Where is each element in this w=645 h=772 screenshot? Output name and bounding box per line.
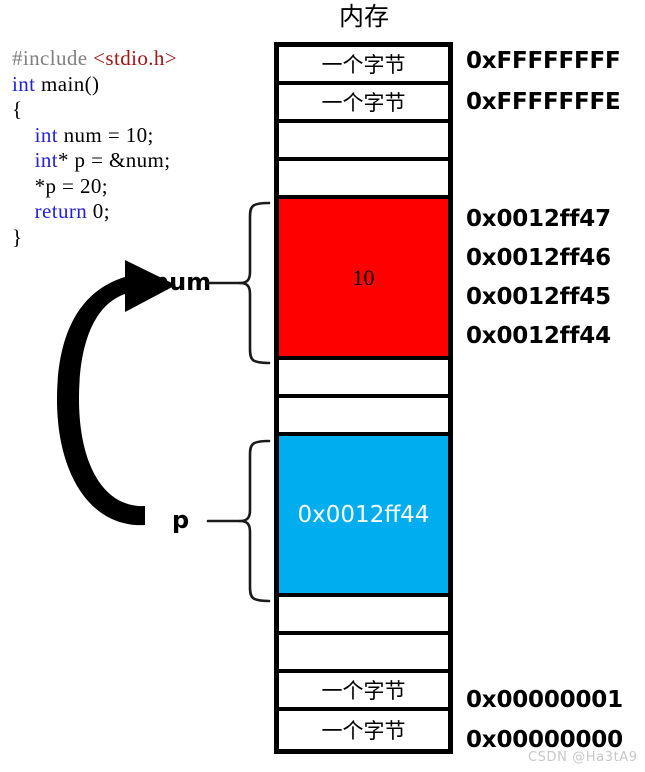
code-token: #include <box>12 46 94 70</box>
memory-cell-text: 一个字节 <box>321 91 406 115</box>
memory-column: 一个字节 一个字节 10 0x0012ff44 一个字节 一个字节 <box>274 42 453 754</box>
code-token: 0; <box>87 199 110 223</box>
code-token: { <box>12 97 23 121</box>
code-token: int <box>34 148 58 172</box>
variable-label-p: p <box>172 506 190 534</box>
code-line: int* p = &num; <box>12 148 262 174</box>
address-label: 0xFFFFFFFF <box>466 48 621 74</box>
code-line: int num = 10; <box>12 123 262 149</box>
code-line: int main() <box>12 72 262 98</box>
address-label: 0x00000001 <box>466 687 623 713</box>
memory-cell <box>279 360 448 398</box>
code-token: return <box>34 199 88 223</box>
code-token: } <box>12 224 23 249</box>
code-token: *p = 20; <box>12 173 108 198</box>
code-token: * p = &num; <box>57 148 171 172</box>
address-label: 0x0012ff46 <box>466 245 611 271</box>
pointer-arrow-icon <box>57 260 176 526</box>
address-label: 0x0012ff44 <box>466 323 611 349</box>
code-snippet: #include <stdio.h> int main(){ int num = … <box>12 46 262 250</box>
memory-cell: 10 <box>279 199 448 360</box>
memory-cell-text: 一个字节 <box>321 719 406 743</box>
brace-p <box>238 439 271 603</box>
address-label: 0x0012ff45 <box>466 284 611 310</box>
watermark: CSDN @Ha3tA9 <box>528 750 638 765</box>
memory-cell <box>279 123 448 161</box>
code-token: <stdio.h> <box>93 46 178 70</box>
memory-cell-text: 10 <box>352 264 375 290</box>
memory-cell-text: 0x0012ff44 <box>297 501 430 528</box>
memory-cell: 一个字节 <box>279 711 448 749</box>
memory-cell-text: 一个字节 <box>321 679 406 703</box>
memory-cell: 0x0012ff44 <box>279 436 448 597</box>
address-label: 0xFFFFFFFE <box>466 89 621 115</box>
memory-title: 内存 <box>338 2 389 31</box>
memory-cell: 一个字节 <box>279 47 448 85</box>
code-token: main() <box>35 71 100 96</box>
code-line: return 0; <box>12 199 262 225</box>
code-token: int <box>34 122 58 147</box>
memory-cell <box>279 597 448 635</box>
memory-cell <box>279 398 448 436</box>
code-line: { <box>12 97 262 123</box>
memory-cell-text: 一个字节 <box>321 53 406 77</box>
code-line: *p = 20; <box>12 174 262 200</box>
memory-cell: 一个字节 <box>279 85 448 123</box>
memory-cell <box>279 635 448 673</box>
code-token: num = 10; <box>57 122 154 147</box>
memory-cell: 一个字节 <box>279 673 448 711</box>
variable-label-num: num <box>152 268 212 296</box>
code-token: int <box>12 71 36 96</box>
address-label: 0x0012ff47 <box>466 206 611 232</box>
memory-cell <box>279 161 448 199</box>
code-line: } <box>12 225 262 251</box>
code-line: #include <stdio.h> <box>12 46 262 72</box>
